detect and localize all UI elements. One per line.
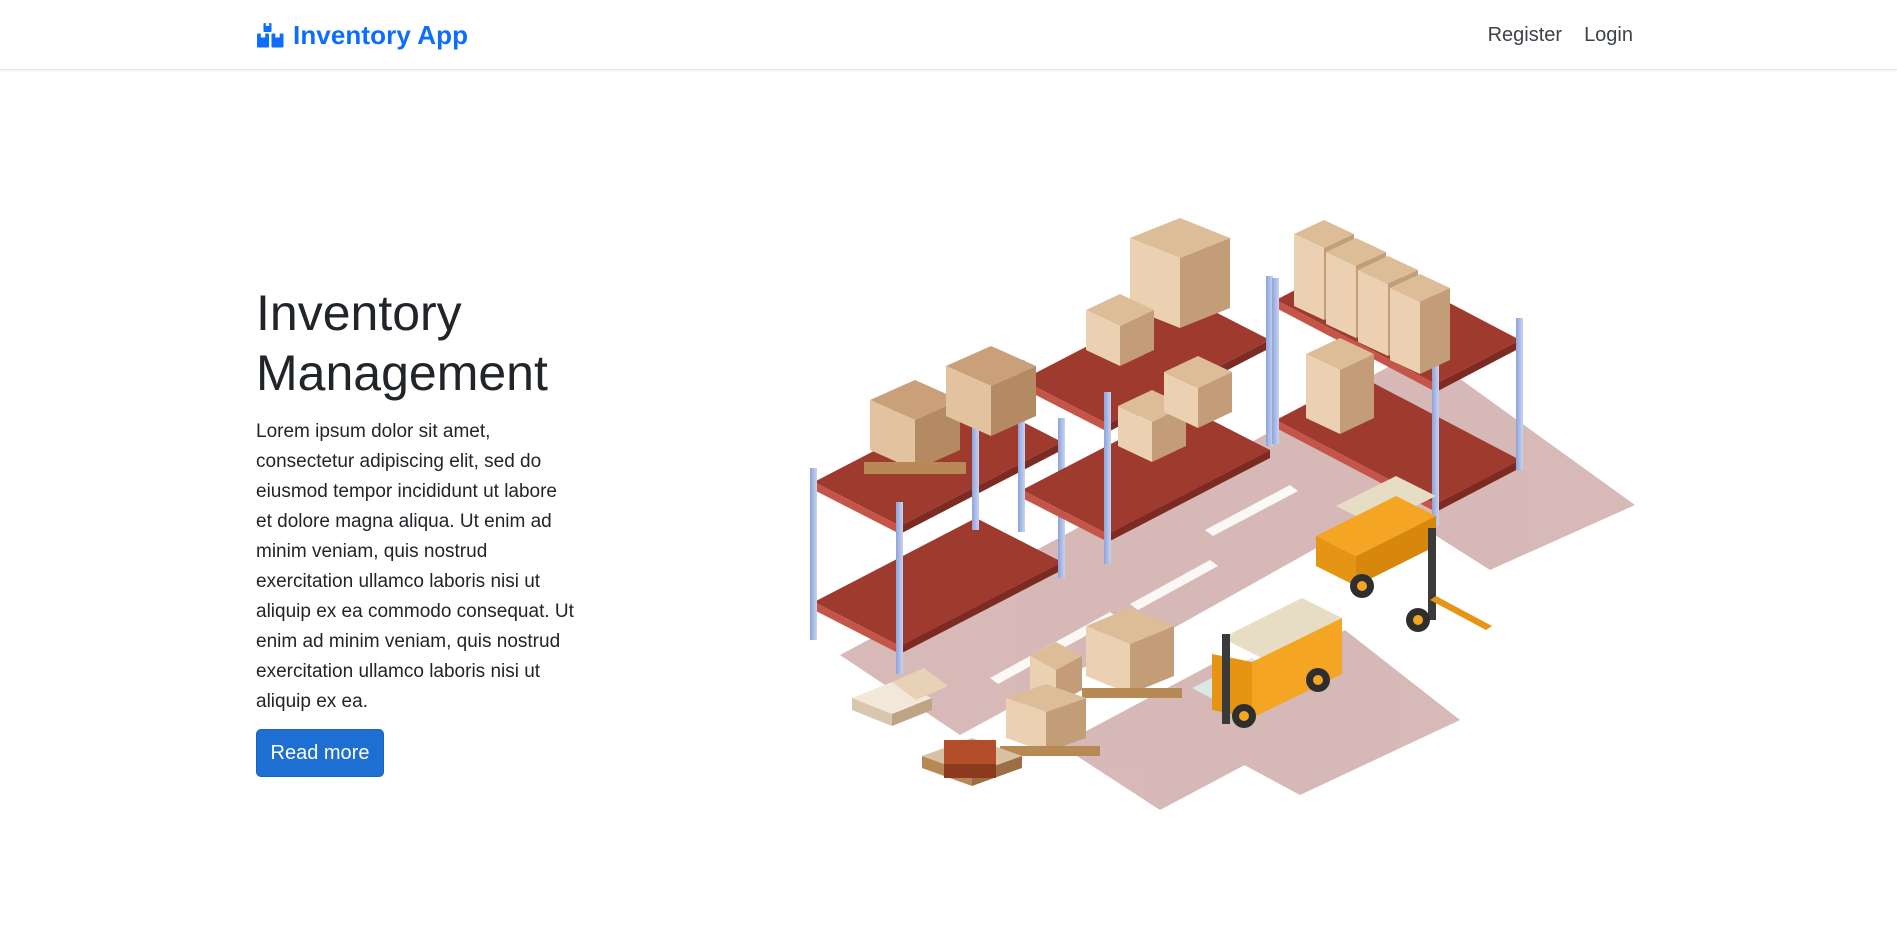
boxes-icon [257, 22, 284, 47]
nav-links: Register Login [1488, 16, 1633, 54]
title-line-2: Management [256, 345, 548, 401]
brand-label: Inventory App [293, 19, 469, 50]
title-line-1: Inventory [256, 285, 462, 341]
navbar: Inventory App Register Login [0, 0, 1897, 70]
brand-link[interactable]: Inventory App [256, 16, 468, 54]
read-more-button[interactable]: Read more [256, 729, 384, 777]
login-link[interactable]: Login [1584, 24, 1633, 47]
page-title: Inventory Management [256, 283, 586, 403]
hero-section: Inventory Management Lorem ipsum dolor s… [256, 283, 586, 717]
register-link[interactable]: Register [1488, 24, 1562, 47]
warehouse-illustration [810, 218, 1635, 810]
hero-description: Lorem ipsum dolor sit amet, consectetur … [256, 421, 574, 712]
